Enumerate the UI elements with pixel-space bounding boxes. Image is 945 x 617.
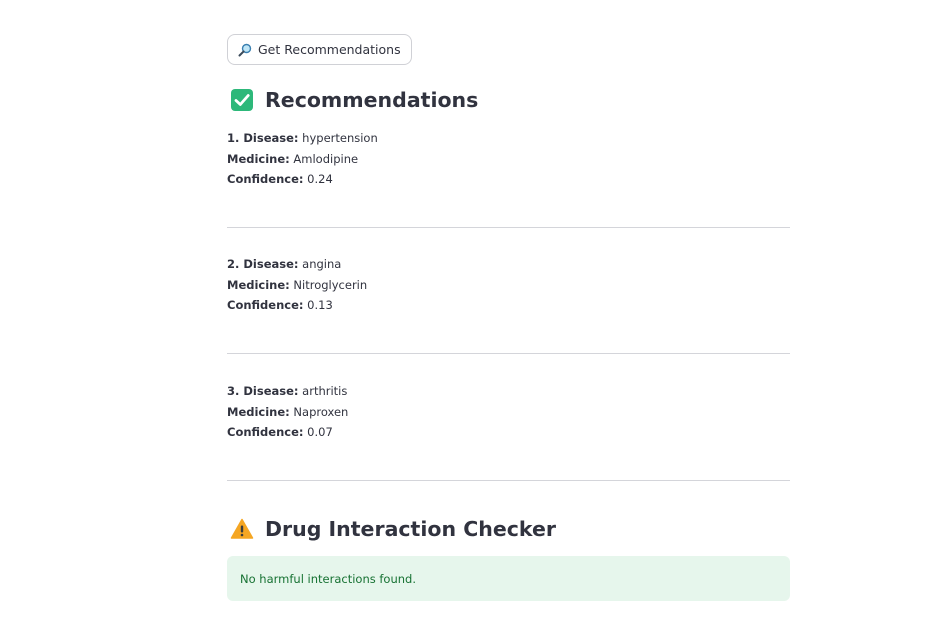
confidence-line: Confidence: 0.13 — [227, 295, 367, 316]
check-mark-button-icon — [230, 88, 254, 112]
confidence-line: Confidence: 0.07 — [227, 422, 348, 443]
drug-interaction-heading: Drug Interaction Checker — [227, 517, 556, 541]
medicine-label: Medicine: — [227, 404, 290, 419]
divider — [227, 227, 790, 228]
disease-line: 2. Disease: angina — [227, 254, 367, 275]
disease-value: hypertension — [302, 131, 378, 145]
medicine-label: Medicine: — [227, 277, 290, 292]
disease-line: 3. Disease: arthritis — [227, 381, 348, 402]
recommendation-item: 2. Disease: angina Medicine: Nitroglycer… — [227, 254, 367, 316]
drug-interaction-title: Drug Interaction Checker — [265, 517, 556, 541]
medicine-line: Medicine: Amlodipine — [227, 149, 378, 170]
get-recommendations-button[interactable]: Get Recommendations — [227, 34, 412, 65]
medicine-value: Nitroglycerin — [293, 277, 368, 292]
confidence-line: Confidence: 0.24 — [227, 169, 378, 190]
confidence-label: Confidence: — [227, 298, 304, 313]
confidence-value: 0.13 — [307, 298, 333, 313]
medicine-value: Amlodipine — [293, 151, 359, 166]
recommendation-item: 3. Disease: arthritis Medicine: Naproxen… — [227, 381, 348, 443]
divider — [227, 353, 790, 354]
recommendations-title: Recommendations — [265, 88, 479, 112]
recommendation-item: 1. Disease: hypertension Medicine: Amlod… — [227, 128, 378, 190]
medicine-label: Medicine: — [227, 151, 290, 166]
disease-label: 2. Disease: — [227, 257, 299, 271]
get-recommendations-label: Get Recommendations — [258, 42, 401, 57]
divider — [227, 480, 790, 481]
medicine-value: Naproxen — [293, 404, 349, 419]
success-alert: No harmful interactions found. — [227, 556, 790, 601]
disease-value: arthritis — [302, 384, 348, 398]
warning-icon — [230, 517, 254, 541]
recommendations-heading: Recommendations — [227, 88, 478, 112]
disease-value: angina — [302, 257, 342, 271]
confidence-value: 0.24 — [307, 172, 333, 187]
magnifying-glass-icon — [238, 43, 252, 57]
confidence-value: 0.07 — [307, 425, 333, 440]
medicine-line: Medicine: Nitroglycerin — [227, 275, 367, 296]
medicine-line: Medicine: Naproxen — [227, 402, 348, 423]
confidence-label: Confidence: — [227, 425, 304, 440]
disease-label: 1. Disease: — [227, 131, 299, 145]
success-message: No harmful interactions found. — [240, 571, 417, 586]
disease-line: 1. Disease: hypertension — [227, 128, 378, 149]
disease-label: 3. Disease: — [227, 384, 299, 398]
confidence-label: Confidence: — [227, 172, 304, 187]
